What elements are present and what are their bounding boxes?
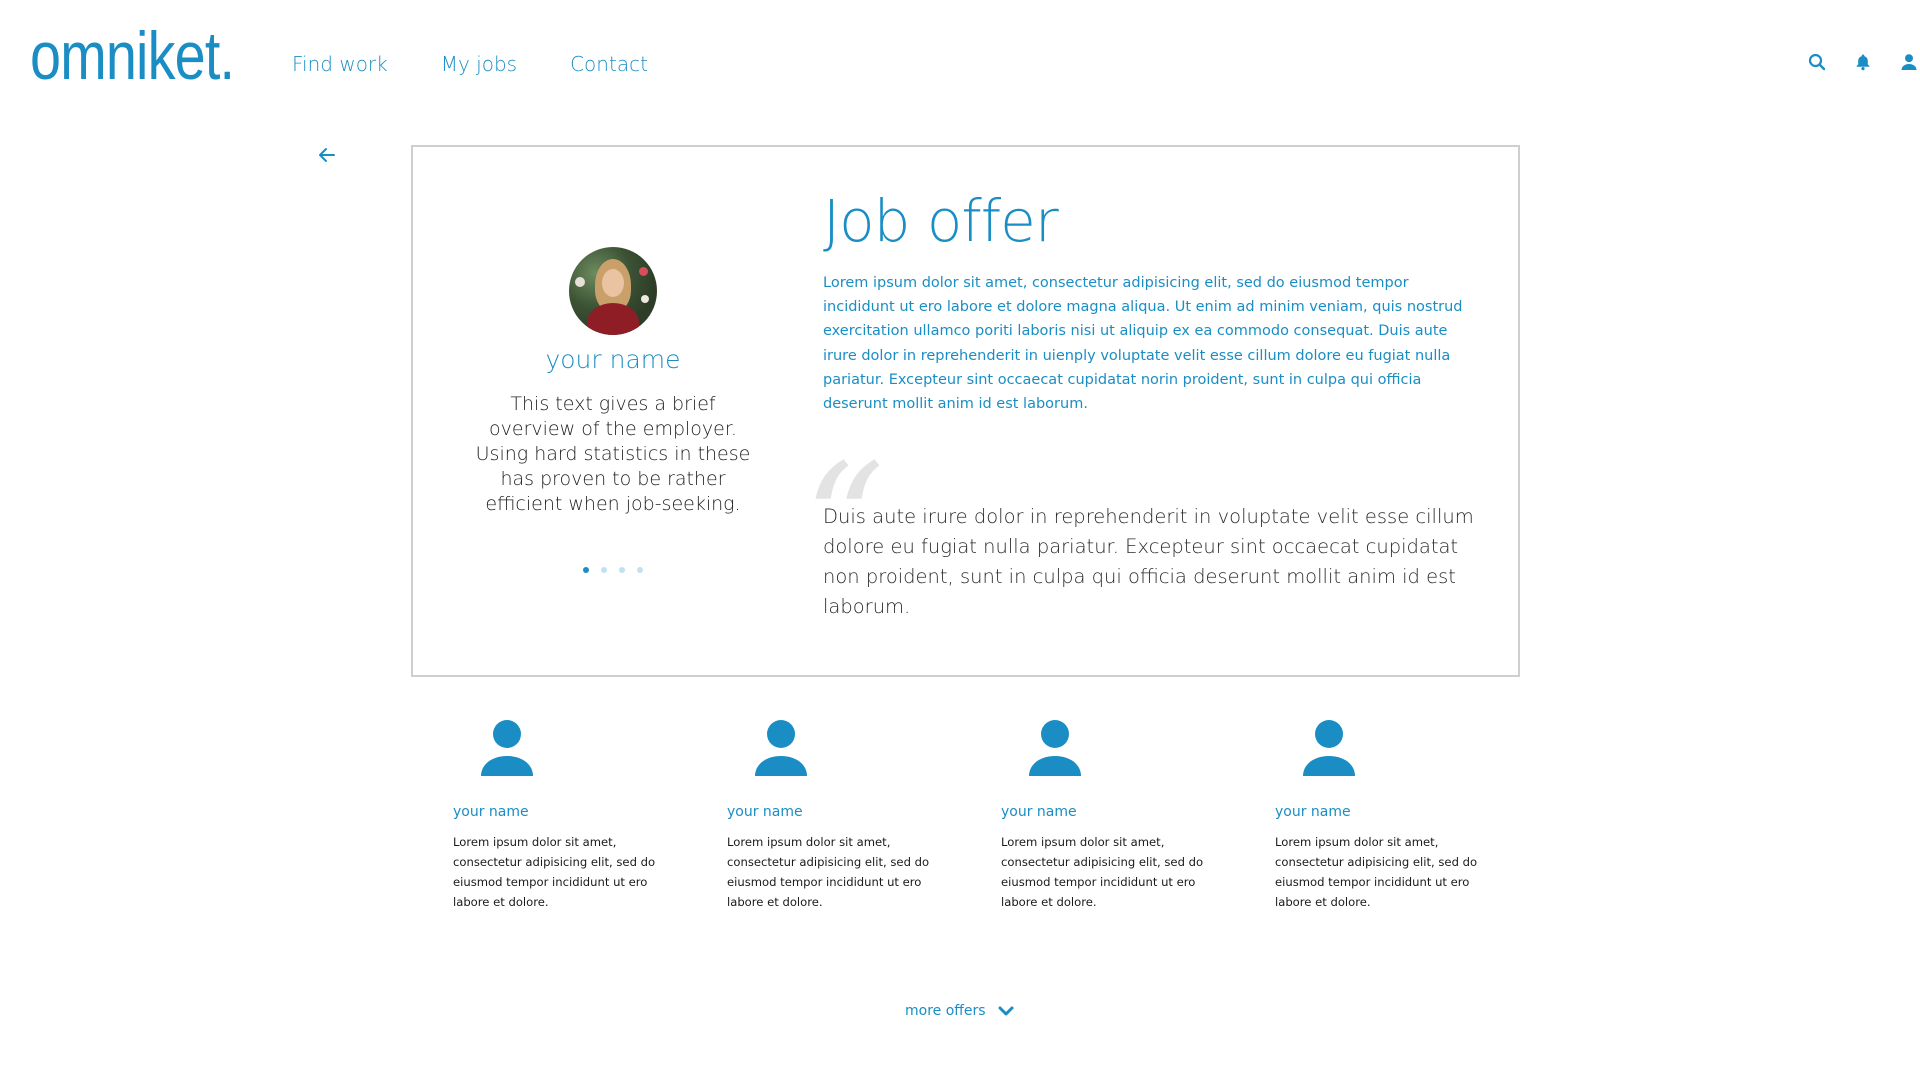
profile-card[interactable]: your name Lorem ipsum dolor sit amet, co… <box>453 718 663 912</box>
back-arrow-icon[interactable] <box>316 144 338 166</box>
carousel-dot[interactable] <box>583 567 589 573</box>
profile-card[interactable]: your name Lorem ipsum dolor sit amet, co… <box>727 718 937 912</box>
profile-text: Lorem ipsum dolor sit amet, consectetur … <box>1001 835 1204 909</box>
job-description: Lorem ipsum dolor sit amet, consectetur … <box>823 275 1463 413</box>
person-icon <box>477 718 537 776</box>
more-offers-label: more offers <box>905 1003 986 1019</box>
employer-profile: your name This text gives a brief overvi… <box>463 247 763 517</box>
profile-name: your name <box>1275 804 1351 820</box>
search-icon[interactable] <box>1807 52 1827 72</box>
employer-description: This text gives a brief overview of the … <box>475 393 751 515</box>
employer-name: your name <box>545 345 681 374</box>
bell-icon[interactable] <box>1853 52 1873 72</box>
carousel-dot[interactable] <box>601 567 607 573</box>
avatar <box>569 247 657 335</box>
profile-name: your name <box>1001 804 1077 820</box>
user-icon[interactable] <box>1899 52 1919 72</box>
person-icon <box>1025 718 1085 776</box>
person-icon <box>751 718 811 776</box>
person-icon <box>1299 718 1359 776</box>
quote-text: Duis aute irure dolor in reprehenderit i… <box>823 505 1474 618</box>
nav-contact[interactable]: Contact <box>570 52 648 76</box>
carousel-dot[interactable] <box>619 567 625 573</box>
profile-text: Lorem ipsum dolor sit amet, consectetur … <box>1275 835 1478 909</box>
nav-my-jobs[interactable]: My jobs <box>441 52 517 76</box>
more-offers-button[interactable]: more offers <box>905 1003 1014 1019</box>
profile-text: Lorem ipsum dolor sit amet, consectetur … <box>727 835 930 909</box>
profile-name: your name <box>453 804 529 820</box>
nav-find-work[interactable]: Find work <box>292 52 388 76</box>
carousel-dot[interactable] <box>637 567 643 573</box>
carousel-dots <box>463 567 763 573</box>
profile-card[interactable]: your name Lorem ipsum dolor sit amet, co… <box>1275 718 1485 912</box>
job-offer-card: your name This text gives a brief overvi… <box>411 145 1520 677</box>
page-title: Job offer <box>823 187 1059 255</box>
profile-card[interactable]: your name Lorem ipsum dolor sit amet, co… <box>1001 718 1211 912</box>
header-icons <box>1807 52 1919 72</box>
logo[interactable]: omniket. <box>30 22 235 90</box>
main-nav: Find work My jobs Contact <box>292 52 648 76</box>
profile-text: Lorem ipsum dolor sit amet, consectetur … <box>453 835 656 909</box>
chevron-down-icon <box>998 1006 1014 1016</box>
profile-name: your name <box>727 804 803 820</box>
